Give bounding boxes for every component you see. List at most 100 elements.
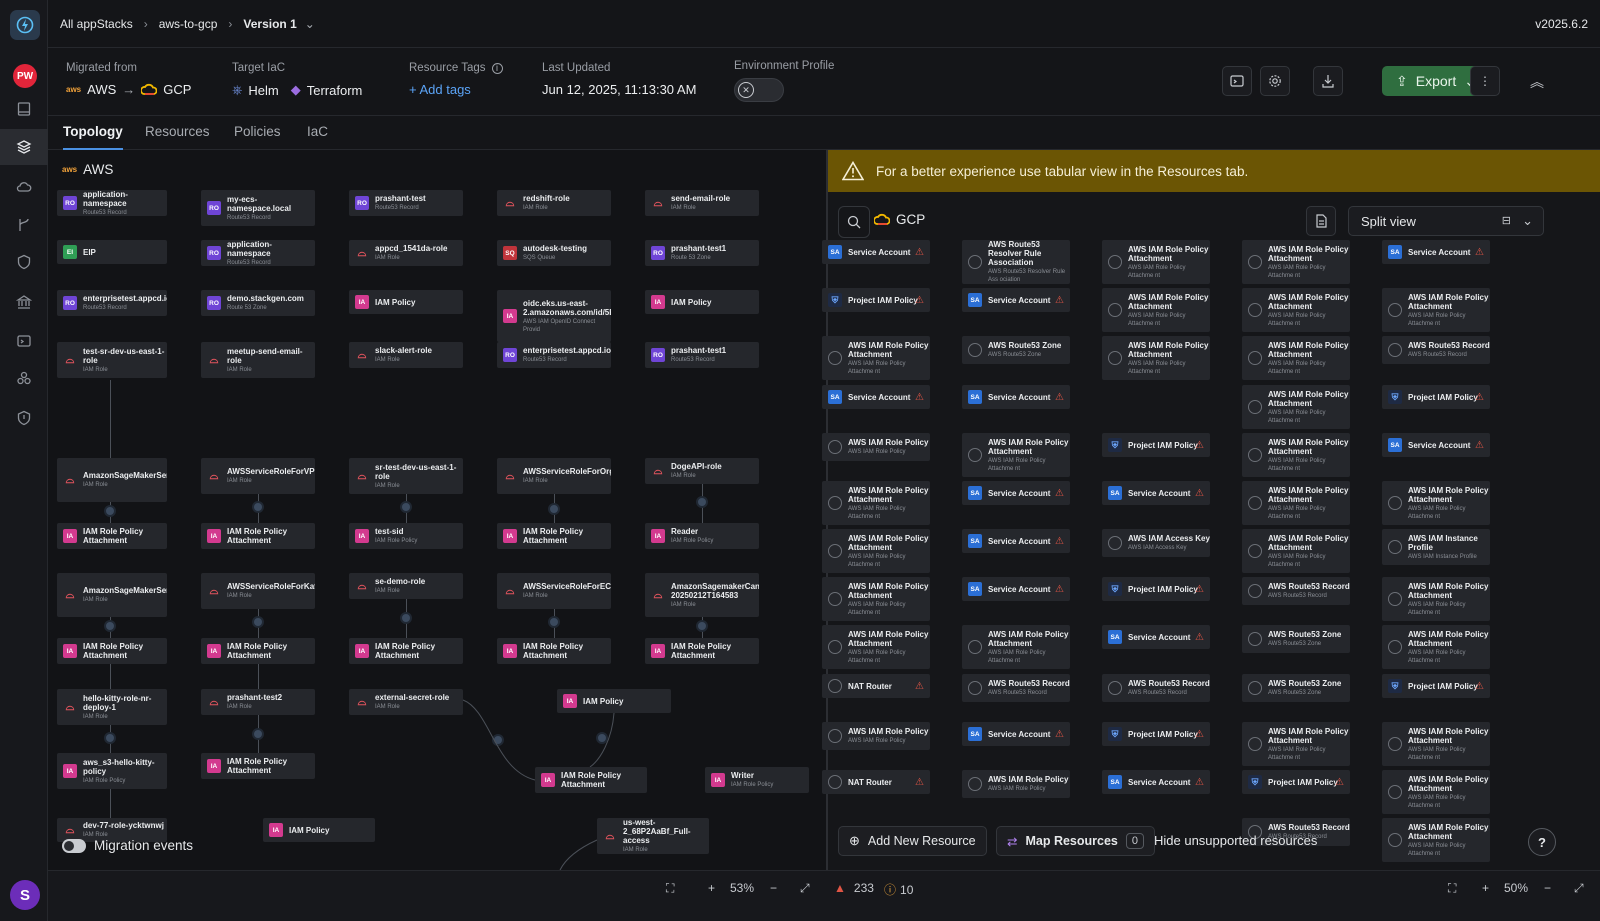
- gcp-node[interactable]: SA Service Account ⚠: [822, 385, 930, 409]
- gcp-node[interactable]: AWS IAM Role Policy Attachment AWS IAM Ro…: [1102, 240, 1210, 284]
- gcp-node[interactable]: SA Service Account ⚠: [962, 385, 1070, 409]
- aws-node[interactable]: ⌓ AWSServiceRoleForOrganizations IAM Role: [497, 458, 611, 494]
- collapse-icon[interactable]: ︽: [1530, 72, 1544, 92]
- warning-count[interactable]: ⓘ 10: [884, 881, 913, 898]
- tab-policies[interactable]: Policies: [234, 124, 281, 148]
- terminal-button[interactable]: [1222, 66, 1252, 96]
- aws-node[interactable]: ⌓ prashant-test2 IAM Role: [201, 689, 315, 715]
- gcp-node[interactable]: AWS Route53 Zone AWS Route53 Zone: [962, 336, 1070, 364]
- gcp-node[interactable]: AWS Route53 Record AWS Route53 Record: [1382, 336, 1490, 364]
- breadcrumb-all-appstacks[interactable]: All appStacks: [60, 17, 133, 31]
- aws-node[interactable]: ⌓ AmazonSagemakerCanvasForecastRole-20250…: [645, 573, 759, 617]
- fullscreen-icon[interactable]: ⤢: [800, 881, 810, 896]
- edge-connector[interactable]: [400, 612, 412, 624]
- help-button[interactable]: ?: [1528, 828, 1556, 856]
- gcp-node[interactable]: AWS IAM Role Policy Attachment AWS IAM Ro…: [1382, 722, 1490, 766]
- gcp-node[interactable]: SA Service Account ⚠: [1102, 770, 1210, 794]
- gcp-node[interactable]: AWS IAM Role Policy Attachment AWS IAM Ro…: [1242, 240, 1350, 284]
- chevron-down-icon[interactable]: ⌄: [305, 17, 315, 31]
- gcp-node[interactable]: SA Service Account ⚠: [962, 481, 1070, 505]
- user-avatar[interactable]: S: [10, 880, 40, 910]
- gcp-node[interactable]: AWS IAM Role Policy Attachment AWS IAM Ro…: [1242, 722, 1350, 766]
- aws-node[interactable]: ⌓ AmazonSageMakerServiceCatalogProductsEx…: [57, 458, 167, 502]
- gcp-node[interactable]: AWS IAM Role Policy Attachment AWS IAM Ro…: [1242, 529, 1350, 573]
- aws-node[interactable]: IA IAM Policy: [263, 818, 375, 842]
- aws-node[interactable]: ⌓ AWSServiceRoleForEC2Spot IAM Role: [497, 573, 611, 609]
- aws-node[interactable]: ⌓ sr-test-dev-us-east-1-role IAM Role: [349, 458, 463, 494]
- aws-node[interactable]: ⌓ meetup-send-email-role IAM Role: [201, 342, 315, 378]
- gcp-node[interactable]: AWS IAM Role Policy Attachment AWS IAM Ro…: [1242, 288, 1350, 332]
- edge-connector[interactable]: [104, 505, 116, 517]
- aws-node[interactable]: IA IAM Policy: [645, 290, 759, 314]
- fit-view-icon[interactable]: ⛶: [666, 881, 674, 896]
- info-icon[interactable]: i: [491, 62, 503, 74]
- edge-connector[interactable]: [548, 616, 560, 628]
- migration-events-toggle[interactable]: Migration events: [62, 838, 193, 853]
- aws-node[interactable]: ⌓ AmazonSageMakerServiceCatalogProductsCo…: [57, 573, 167, 617]
- aws-node[interactable]: RO prashant-test1 Route 53 Zone: [645, 240, 759, 266]
- gcp-node[interactable]: AWS IAM Instance Profile AWS IAM Instance…: [1382, 529, 1490, 565]
- aws-node[interactable]: ⌓ us-west-2_68P2AaBf_Full-access IAM Role: [597, 818, 709, 854]
- gcp-node[interactable]: AWS Route53 Resolver Rule Association AWS…: [962, 240, 1070, 284]
- map-resources-button[interactable]: ⇄ Map Resources 0: [996, 826, 1156, 856]
- gcp-node[interactable]: AWS Route53 Record AWS Route53 Record: [1242, 577, 1350, 605]
- gcp-node[interactable]: AWS IAM Role Policy AWS IAM Role Policy: [822, 433, 930, 461]
- gcp-node[interactable]: SA Service Account ⚠: [822, 240, 930, 264]
- cluster-icon[interactable]: [12, 366, 36, 390]
- aws-node[interactable]: ⌓ external-secret-role IAM Role: [349, 689, 463, 715]
- workspace-badge[interactable]: PW: [13, 64, 37, 88]
- gcp-node[interactable]: ⛨ Project IAM Policy ⚠: [1102, 577, 1210, 601]
- gcp-node[interactable]: ⛨ Project IAM Policy ⚠: [1242, 770, 1350, 794]
- aws-node[interactable]: IA IAM Role Policy Attachment: [57, 638, 167, 664]
- aws-node[interactable]: IA IAM Role Policy Attachment: [57, 523, 167, 549]
- gcp-node[interactable]: AWS IAM Role Policy Attachment AWS IAM Ro…: [1242, 385, 1350, 429]
- environment-profile-toggle[interactable]: ✕: [734, 78, 784, 102]
- breadcrumb-stack[interactable]: aws-to-gcp: [159, 17, 218, 31]
- gcp-node[interactable]: AWS Route53 Zone AWS Route53 Zone: [1242, 674, 1350, 702]
- gcp-node[interactable]: AWS IAM Role Policy Attachment AWS IAM Ro…: [962, 433, 1070, 477]
- security-icon[interactable]: [12, 406, 36, 430]
- aws-node[interactable]: ⌓ AWSServiceRoleForKafka IAM Role: [201, 573, 315, 609]
- gcp-node[interactable]: AWS IAM Role Policy Attachment AWS IAM Ro…: [822, 529, 930, 573]
- gcp-node[interactable]: AWS IAM Role Policy Attachment AWS IAM Ro…: [1382, 770, 1490, 814]
- gcp-node[interactable]: AWS Route53 Zone AWS Route53 Zone: [1242, 625, 1350, 653]
- layers-icon[interactable]: [0, 129, 48, 165]
- aws-node[interactable]: RO demo.stackgen.com Route 53 Zone: [201, 290, 315, 316]
- aws-node[interactable]: IA IAM Role Policy Attachment: [497, 638, 611, 664]
- aws-node[interactable]: ⌓ se-demo-role IAM Role: [349, 573, 463, 599]
- hide-unsupported-resources[interactable]: Hide unsupported resources: [1154, 833, 1317, 848]
- tab-topology[interactable]: Topology: [63, 124, 123, 150]
- gcp-node[interactable]: AWS Route53 Record AWS Route53 Record: [1102, 674, 1210, 702]
- terminal-icon[interactable]: [12, 329, 36, 353]
- branch-icon[interactable]: [12, 213, 36, 237]
- aws-node[interactable]: RO prashant-test Route53 Record: [349, 190, 463, 216]
- gcp-node[interactable]: SA Service Account ⚠: [1382, 433, 1490, 457]
- gcp-node[interactable]: NAT Router ⚠: [822, 674, 930, 698]
- gcp-node[interactable]: AWS IAM Access Key AWS IAM Access Key: [1102, 529, 1210, 557]
- gcp-node[interactable]: AWS IAM Role Policy AWS IAM Role Policy: [822, 722, 930, 750]
- gcp-node[interactable]: AWS IAM Role Policy Attachment AWS IAM Ro…: [1382, 818, 1490, 862]
- aws-node[interactable]: ⌓ AWSServiceRoleForVPCTransitGateway IAM R…: [201, 458, 315, 494]
- aws-node[interactable]: IA IAM Role Policy Attachment: [535, 767, 647, 793]
- shield-check-icon[interactable]: [12, 250, 36, 274]
- gcp-node[interactable]: AWS IAM Role Policy Attachment AWS IAM Ro…: [1102, 336, 1210, 380]
- aws-node[interactable]: IA aws_s3-hello-kitty-policy IAM Role Poli…: [57, 753, 167, 789]
- gcp-node[interactable]: AWS IAM Role Policy Attachment AWS IAM Ro…: [1102, 288, 1210, 332]
- tab-resources[interactable]: Resources: [145, 124, 210, 148]
- edge-connector[interactable]: [548, 503, 560, 515]
- gcp-node[interactable]: AWS IAM Role Policy Attachment AWS IAM Ro…: [822, 481, 930, 525]
- gcp-node[interactable]: ⛨ Project IAM Policy ⚠: [1382, 385, 1490, 409]
- gcp-node[interactable]: SA Service Account ⚠: [962, 722, 1070, 746]
- gcp-node[interactable]: NAT Router ⚠: [822, 770, 930, 794]
- gcp-node[interactable]: AWS IAM Role Policy Attachment AWS IAM Ro…: [822, 336, 930, 380]
- gcp-node[interactable]: AWS IAM Role Policy Attachment AWS IAM Ro…: [1382, 625, 1490, 669]
- bank-icon[interactable]: [12, 290, 36, 314]
- aws-node[interactable]: ⌓ appcd_1541da-role IAM Role: [349, 240, 463, 266]
- aws-node[interactable]: IA oidc.eks.us-east-2.amazonaws.com/id/5E…: [497, 290, 611, 342]
- gcp-node[interactable]: AWS IAM Role Policy Attachment AWS IAM Ro…: [1382, 288, 1490, 332]
- aws-node[interactable]: IA Reader IAM Role Policy: [645, 523, 759, 549]
- aws-node[interactable]: RO my-ecs-namespace.local Route53 Record: [201, 190, 315, 226]
- toggle-switch[interactable]: [62, 838, 86, 853]
- fullscreen-icon[interactable]: ⤢: [1574, 881, 1584, 896]
- add-new-resource-button[interactable]: ⊕ Add New Resource: [838, 826, 987, 856]
